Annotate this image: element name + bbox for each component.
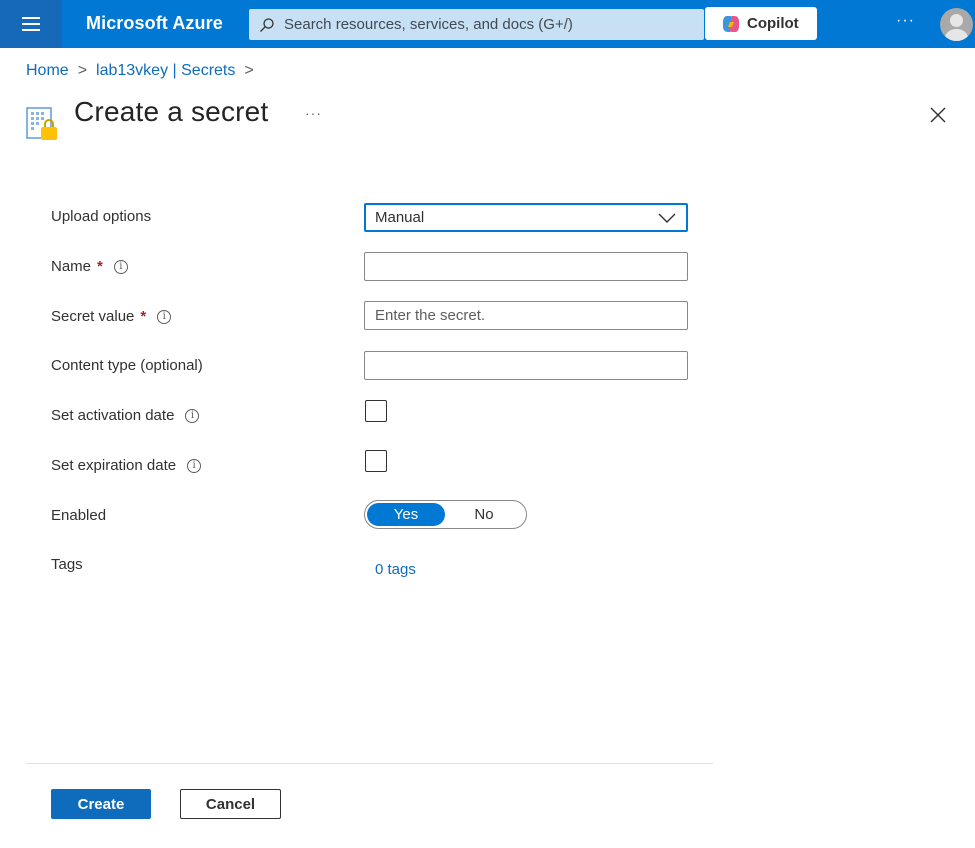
secret-value-label-text: Secret value — [51, 308, 135, 325]
breadcrumb-separator: > — [77, 62, 88, 79]
upload-options-value: Manual — [375, 209, 425, 226]
activation-date-checkbox[interactable] — [365, 400, 387, 422]
content-type-label-text: Content type (optional) — [51, 357, 203, 374]
more-icon[interactable]: ··· — [305, 105, 322, 121]
info-icon[interactable]: i — [185, 408, 200, 423]
copilot-icon — [723, 15, 739, 32]
chevron-down-icon — [658, 213, 676, 223]
copilot-label: Copilot — [747, 15, 799, 32]
tags-label: Tags — [51, 556, 83, 573]
copilot-button[interactable]: Copilot — [705, 7, 817, 40]
global-search[interactable] — [249, 9, 704, 40]
breadcrumb-separator: > — [244, 62, 254, 79]
info-icon[interactable]: i — [113, 259, 128, 274]
search-icon — [260, 17, 274, 32]
breadcrumb-vault-secrets[interactable]: lab13vkey | Secrets — [96, 62, 235, 80]
hamburger-menu-button[interactable] — [0, 0, 62, 48]
secret-value-label: Secret value * i — [51, 308, 172, 325]
enabled-toggle[interactable]: Yes No — [364, 500, 527, 529]
name-label: Name * i — [51, 258, 128, 275]
content-type-label: Content type (optional) — [51, 357, 203, 374]
enabled-label: Enabled — [51, 507, 106, 524]
info-icon[interactable]: i — [157, 309, 172, 324]
enabled-no-option[interactable]: No — [445, 503, 523, 526]
activation-date-label-text: Set activation date — [51, 407, 175, 424]
secret-value-field[interactable] — [364, 301, 688, 330]
expiration-date-label-text: Set expiration date — [51, 457, 177, 474]
cancel-button[interactable]: Cancel — [180, 789, 281, 819]
upload-options-dropdown[interactable]: Manual — [364, 203, 688, 232]
create-button[interactable]: Create — [51, 789, 151, 819]
upload-options-label-text: Upload options — [51, 208, 152, 225]
enabled-yes-option[interactable]: Yes — [367, 503, 445, 526]
name-label-text: Name — [51, 258, 92, 275]
upload-options-label: Upload options — [51, 208, 151, 225]
tags-link[interactable]: 0 tags — [375, 561, 416, 578]
avatar-icon[interactable] — [940, 8, 973, 41]
key-vault-secret-icon — [26, 107, 57, 140]
content-type-field[interactable] — [364, 351, 688, 380]
enabled-label-text: Enabled — [51, 507, 107, 524]
required-marker: * — [97, 258, 103, 275]
page-title: Create a secret — [74, 96, 269, 127]
brand-title[interactable]: Microsoft Azure — [86, 13, 223, 34]
search-input[interactable] — [284, 16, 704, 33]
breadcrumb: Home > lab13vkey | Secrets > — [26, 62, 263, 80]
breadcrumb-home[interactable]: Home — [26, 62, 69, 80]
expiration-date-checkbox[interactable] — [365, 450, 387, 472]
expiration-date-label: Set expiration date i — [51, 457, 202, 474]
required-marker: * — [140, 308, 147, 325]
name-field[interactable] — [364, 252, 688, 281]
top-bar: Microsoft Azure Copilot ··· — [0, 0, 975, 48]
activation-date-label: Set activation date i — [51, 407, 200, 424]
hamburger-icon — [22, 17, 40, 31]
close-icon[interactable] — [929, 106, 947, 124]
footer-divider — [26, 763, 713, 764]
info-icon[interactable]: i — [187, 458, 202, 473]
more-icon[interactable]: ··· — [896, 12, 915, 30]
tags-label-text: Tags — [51, 556, 83, 573]
